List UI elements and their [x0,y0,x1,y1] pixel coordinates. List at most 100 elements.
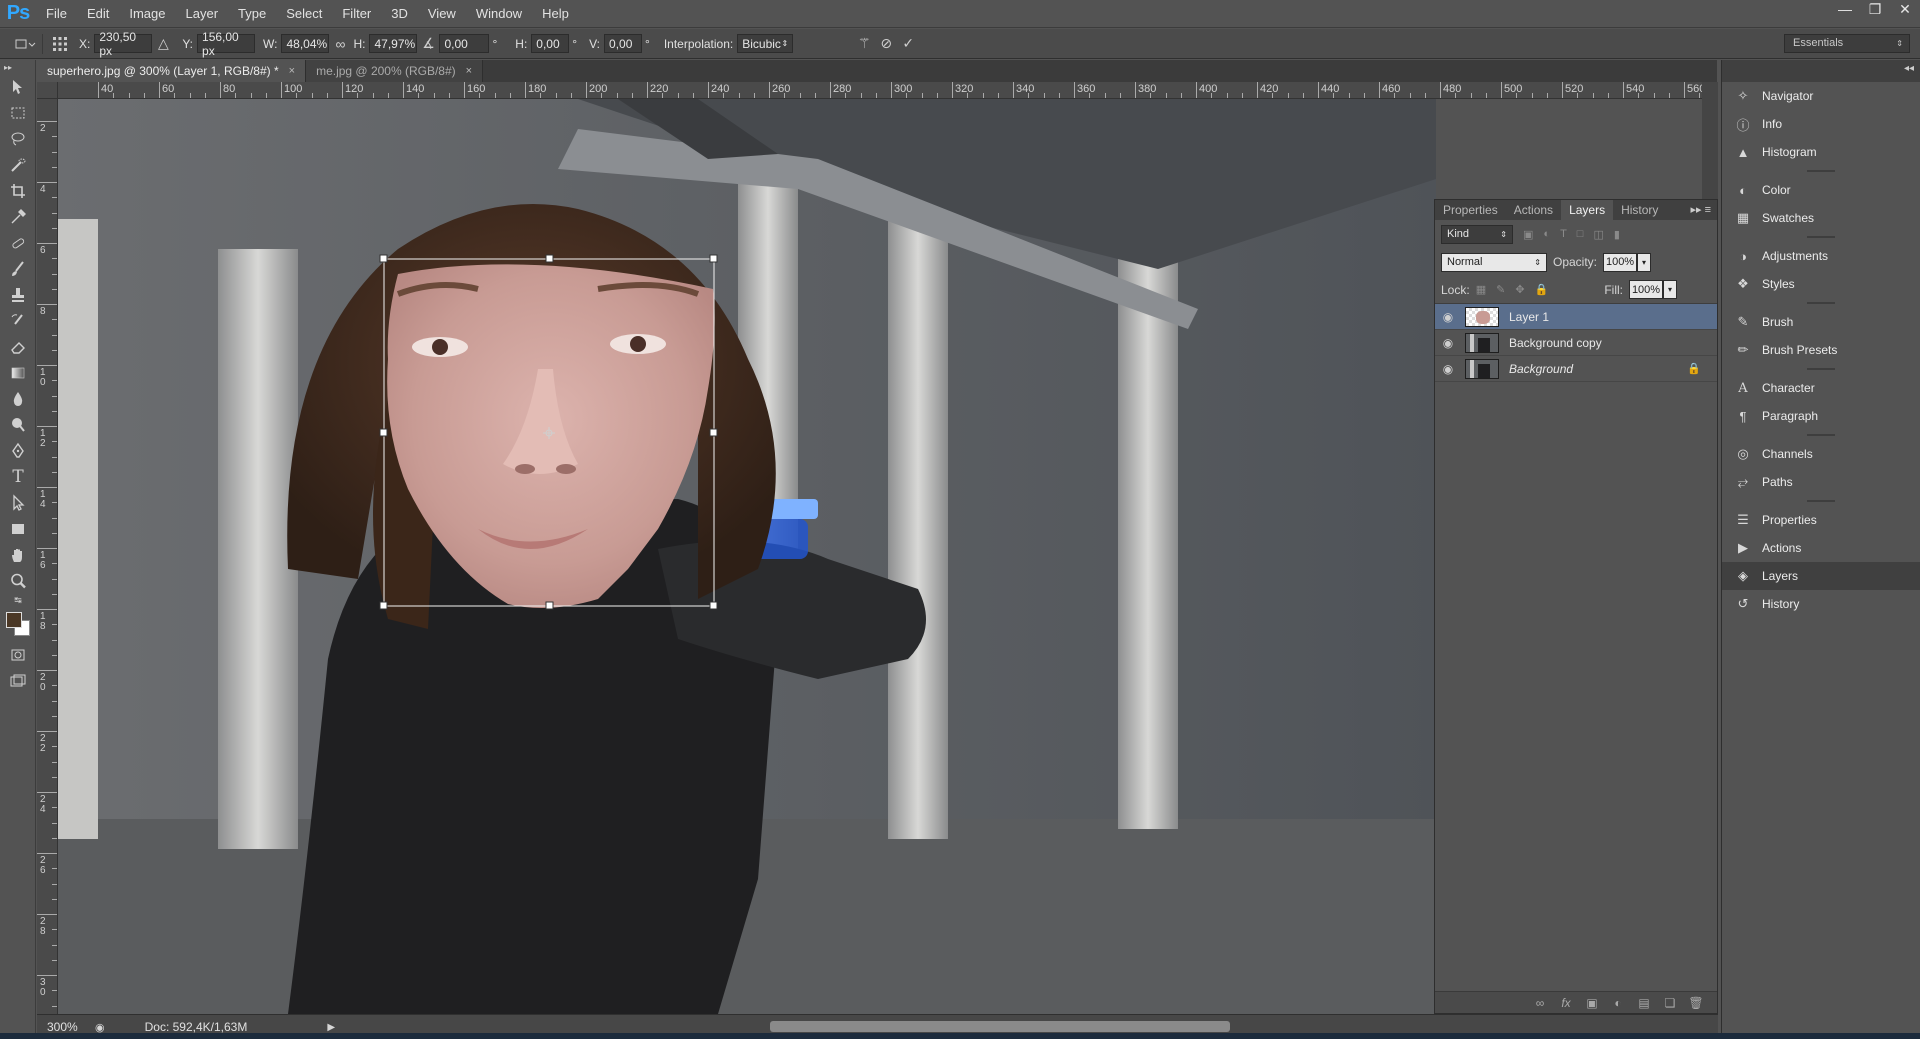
opacity-field[interactable]: 100% [1603,252,1638,272]
adjustment-layer-icon[interactable]: ◐ [1605,996,1631,1010]
menu-select[interactable]: Select [276,0,332,28]
lock-transparent-icon[interactable]: ▦ [1476,283,1486,296]
color-swatches[interactable] [0,606,36,642]
dock-layers[interactable]: ◈ Layers [1722,562,1920,590]
menu-3d[interactable]: 3D [381,0,418,28]
dock-histogram[interactable]: ▲ Histogram [1722,138,1920,166]
fill-slider-chevron-icon[interactable]: ▾ [1663,280,1677,299]
dodge-tool-icon[interactable] [0,412,36,438]
tab-properties[interactable]: Properties [1435,200,1506,220]
adjustment-filter-icon[interactable]: ◐ [1543,228,1550,240]
layer-row-background[interactable]: ◉ Background 🔒 [1435,356,1717,382]
width-field[interactable]: 48,04% [281,34,330,53]
horizontal-scrollbar-thumb[interactable] [770,1021,1230,1032]
menu-file[interactable]: File [36,0,77,28]
add-mask-icon[interactable]: ▣ [1579,996,1605,1010]
close-icon[interactable]: ✕ [1890,0,1920,18]
clone-stamp-tool-icon[interactable] [0,282,36,308]
dock-brush-presets[interactable]: ✏ Brush Presets [1722,336,1920,364]
tool-preset-icon[interactable] [14,33,36,55]
lock-position-icon[interactable]: ✥ [1515,283,1524,296]
tab-superhero[interactable]: superhero.jpg @ 300% (Layer 1, RGB/8#) *… [37,60,307,82]
history-brush-tool-icon[interactable] [0,308,36,334]
quick-selection-tool-icon[interactable] [0,152,36,178]
move-tool-icon[interactable] [0,74,36,100]
ruler-origin[interactable] [37,82,58,99]
vertical-ruler[interactable]: 2 4 6 8 10 12 14 16 18 20 22 24 26 28 30 [37,99,58,1014]
lasso-tool-icon[interactable] [0,126,36,152]
menu-window[interactable]: Window [466,0,532,28]
zoom-level-field[interactable]: 300% [47,1020,91,1034]
dock-collapse-icon[interactable]: ◂◂ [1722,60,1920,82]
pen-tool-icon[interactable] [0,438,36,464]
dock-navigator[interactable]: ✧ Navigator [1722,82,1920,110]
layer-name[interactable]: Layer 1 [1509,310,1717,324]
close-icon[interactable]: × [289,65,295,77]
dock-history[interactable]: ↺ History [1722,590,1920,618]
layer-row-layer-1[interactable]: ◉ Layer 1 [1435,304,1717,330]
layer-name[interactable]: Background [1509,362,1687,376]
dock-info[interactable]: ⓘ Info [1722,110,1920,138]
gradient-tool-icon[interactable] [0,360,36,386]
screen-mode-icon[interactable] [0,668,36,694]
x-position-field[interactable]: 230,50 px [94,30,153,58]
reference-point-icon[interactable] [49,33,71,55]
workspace-select[interactable]: Essentials ⇕ [1784,34,1910,53]
link-layers-icon[interactable]: ∞ [1527,996,1553,1010]
dock-paths[interactable]: ⥂ Paths [1722,468,1920,496]
menu-layer[interactable]: Layer [176,0,229,28]
new-group-icon[interactable]: ▤ [1631,996,1657,1010]
smart-object-filter-icon[interactable]: ◫ [1593,228,1603,241]
type-tool-icon[interactable]: T [0,464,36,490]
dock-actions[interactable]: ▶ Actions [1722,534,1920,562]
kind-filter-select[interactable]: Kind ⇕ [1441,224,1513,244]
warp-mode-icon[interactable]: ⚚ [853,33,875,55]
y-position-field[interactable]: 156,00 px [197,30,256,58]
menu-help[interactable]: Help [532,0,579,28]
filter-toggle-icon[interactable]: ▮ [1614,228,1620,241]
relative-position-icon[interactable]: △ [152,33,174,55]
minimize-icon[interactable]: — [1830,0,1860,18]
height-field[interactable]: 47,97% [369,34,418,53]
tab-history[interactable]: History [1613,200,1666,220]
v-skew-field[interactable]: 0,00 [604,34,643,53]
horizontal-ruler[interactable]: 40 60 80 100 120 140 160 180 200 220 240 260 280 300 3… [58,82,1702,99]
delete-layer-icon[interactable]: 🗑 [1683,996,1709,1010]
dock-properties[interactable]: ☰ Properties [1722,506,1920,534]
type-filter-icon[interactable]: T [1560,228,1567,240]
rotation-field[interactable]: 0,00 [439,34,490,53]
swap-colors-icon[interactable]: ↹ [0,594,36,606]
status-info-icon[interactable]: ◉ [95,1021,105,1034]
dock-adjustments[interactable]: ◑ Adjustments [1722,242,1920,270]
hand-tool-icon[interactable] [0,542,36,568]
tab-layers[interactable]: Layers [1561,200,1614,220]
menu-image[interactable]: Image [119,0,175,28]
close-icon[interactable]: × [466,65,472,77]
blur-tool-icon[interactable] [0,386,36,412]
new-layer-icon[interactable]: ❏ [1657,996,1683,1010]
document-canvas[interactable] [58,99,1436,1014]
tab-actions[interactable]: Actions [1506,200,1561,220]
dock-color[interactable]: ◐ Color [1722,176,1920,204]
dock-character[interactable]: A Character [1722,374,1920,402]
eraser-tool-icon[interactable] [0,334,36,360]
commit-transform-icon[interactable]: ✓ [897,33,919,55]
photoshop-logo[interactable]: Ps [0,0,36,28]
dock-paragraph[interactable]: ¶ Paragraph [1722,402,1920,430]
menu-type[interactable]: Type [228,0,276,28]
tab-me[interactable]: me.jpg @ 200% (RGB/8#) × [306,60,484,82]
path-selection-tool-icon[interactable] [0,490,36,516]
fill-field[interactable]: 100% [1629,280,1663,299]
layer-style-icon[interactable]: fx [1553,996,1579,1010]
healing-brush-tool-icon[interactable] [0,230,36,256]
lock-pixels-icon[interactable]: ✎ [1496,283,1505,296]
shape-filter-icon[interactable]: □ [1577,228,1584,240]
link-icon[interactable]: ∞ [329,33,351,55]
quick-mask-icon[interactable] [0,642,36,668]
panel-menu-icon[interactable]: ▸▸ ≡ [1684,200,1717,220]
toolbox-collapse-icon[interactable]: ▸▸ [0,60,36,74]
cancel-transform-icon[interactable]: ⊘ [875,33,897,55]
visibility-eye-icon[interactable]: ◉ [1435,310,1461,324]
marquee-tool-icon[interactable] [0,100,36,126]
menu-filter[interactable]: Filter [332,0,381,28]
